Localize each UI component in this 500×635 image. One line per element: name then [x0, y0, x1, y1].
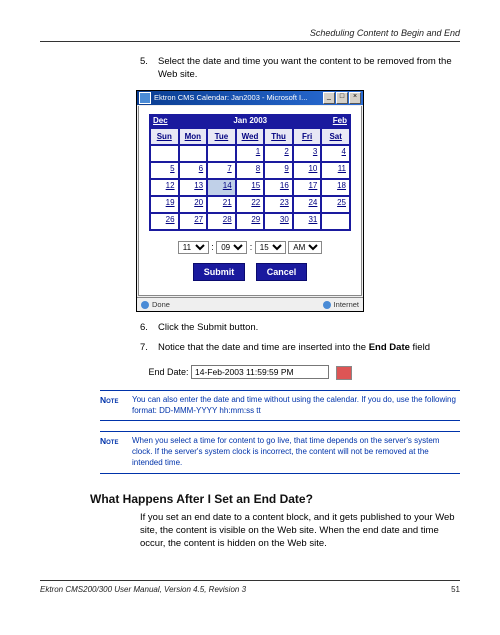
- calendar-cell[interactable]: 4: [321, 145, 350, 162]
- day-header: Thu: [264, 128, 293, 145]
- calendar-cell[interactable]: 23: [264, 196, 293, 213]
- note-label: Note: [100, 395, 132, 417]
- note-text: You can also enter the date and time wit…: [132, 395, 460, 417]
- enddate-input[interactable]: [191, 365, 329, 379]
- current-month-label: Jan 2003: [233, 116, 267, 125]
- note-1: Note You can also enter the date and tim…: [100, 390, 460, 422]
- calendar-cell[interactable]: 21: [207, 196, 236, 213]
- calendar-cell[interactable]: 18: [321, 179, 350, 196]
- submit-button[interactable]: Submit: [193, 263, 246, 281]
- status-bar: Done Internet: [137, 297, 363, 311]
- status-right-text: Internet: [334, 300, 359, 309]
- day-header: Sun: [150, 128, 179, 145]
- calendar-cell[interactable]: 25: [321, 196, 350, 213]
- step-number: 5.: [140, 56, 158, 82]
- window-titlebar: Ektron CMS Calendar: Jan2003 - Microsoft…: [137, 91, 363, 105]
- day-header: Tue: [207, 128, 236, 145]
- hour-select[interactable]: 11: [178, 241, 209, 254]
- calendar-cell-selected[interactable]: 14: [207, 179, 236, 196]
- step-5: 5. Select the date and time you want the…: [140, 56, 460, 82]
- page-number: 51: [451, 585, 460, 594]
- calendar-cell[interactable]: 26: [150, 213, 179, 230]
- calendar-cell[interactable]: 8: [236, 162, 265, 179]
- section-heading: What Happens After I Set an End Date?: [90, 492, 460, 506]
- minute-select[interactable]: 09: [216, 241, 247, 254]
- footer-left: Ektron CMS200/300 User Manual, Version 4…: [40, 585, 246, 594]
- calendar-cell: [179, 145, 208, 162]
- next-month-link[interactable]: Feb: [333, 116, 347, 125]
- calendar-cell[interactable]: 28: [207, 213, 236, 230]
- calendar-cell[interactable]: 16: [264, 179, 293, 196]
- day-header: Fri: [293, 128, 322, 145]
- calendar-cell[interactable]: 20: [179, 196, 208, 213]
- note-text: When you select a time for content to go…: [132, 436, 460, 468]
- done-icon: [141, 301, 149, 309]
- step-number: 6.: [140, 322, 158, 335]
- calendar-nav: Dec Jan 2003 Feb: [149, 114, 351, 127]
- day-header: Mon: [179, 128, 208, 145]
- note-label: Note: [100, 436, 132, 468]
- calendar-cell[interactable]: 15: [236, 179, 265, 196]
- step-text: Select the date and time you want the co…: [158, 56, 460, 82]
- step-7: 7. Notice that the date and time are ins…: [140, 342, 460, 355]
- calendar-cell: [321, 213, 350, 230]
- calendar-icon[interactable]: [336, 366, 352, 380]
- ampm-select[interactable]: AM: [288, 241, 322, 254]
- calendar-cell[interactable]: 1: [236, 145, 265, 162]
- step-6: 6. Click the Submit button.: [140, 322, 460, 335]
- status-left-text: Done: [152, 300, 170, 309]
- calendar-cell[interactable]: 6: [179, 162, 208, 179]
- enddate-field-row: End Date:: [40, 365, 460, 380]
- calendar-cell: [207, 145, 236, 162]
- calendar-cell[interactable]: 31: [293, 213, 322, 230]
- section-paragraph: If you set an end date to a content bloc…: [140, 512, 460, 550]
- step-number: 7.: [140, 342, 158, 355]
- calendar-cell[interactable]: 19: [150, 196, 179, 213]
- calendar-cell[interactable]: 9: [264, 162, 293, 179]
- note-2: Note When you select a time for content …: [100, 431, 460, 473]
- step-text: Click the Submit button.: [158, 322, 460, 335]
- day-header: Wed: [236, 128, 265, 145]
- calendar-window: Ektron CMS Calendar: Jan2003 - Microsoft…: [136, 90, 364, 312]
- internet-icon: [323, 301, 331, 309]
- time-selector-row: 11 : 09 : 15 AM: [149, 241, 351, 254]
- calendar-cell[interactable]: 10: [293, 162, 322, 179]
- minimize-button[interactable]: _: [323, 92, 335, 104]
- calendar-cell: [150, 145, 179, 162]
- calendar-cell[interactable]: 7: [207, 162, 236, 179]
- calendar-cell[interactable]: 29: [236, 213, 265, 230]
- calendar-cell[interactable]: 11: [321, 162, 350, 179]
- calendar-cell[interactable]: 2: [264, 145, 293, 162]
- header-rule: [40, 41, 460, 42]
- window-title: Ektron CMS Calendar: Jan2003 - Microsoft…: [154, 93, 323, 102]
- calendar-cell[interactable]: 3: [293, 145, 322, 162]
- maximize-button[interactable]: □: [336, 92, 348, 104]
- calendar-grid: Sun Mon Tue Wed Thu Fri Sat 1 2 3 4: [149, 127, 351, 231]
- day-header: Sat: [321, 128, 350, 145]
- step-text: Notice that the date and time are insert…: [158, 342, 460, 355]
- calendar-cell[interactable]: 13: [179, 179, 208, 196]
- calendar-cell[interactable]: 30: [264, 213, 293, 230]
- calendar-cell[interactable]: 17: [293, 179, 322, 196]
- prev-month-link[interactable]: Dec: [153, 116, 168, 125]
- calendar-cell[interactable]: 24: [293, 196, 322, 213]
- calendar-cell[interactable]: 22: [236, 196, 265, 213]
- page-footer: Ektron CMS200/300 User Manual, Version 4…: [40, 580, 460, 594]
- calendar-cell[interactable]: 27: [179, 213, 208, 230]
- app-icon: [139, 92, 151, 104]
- second-select[interactable]: 15: [255, 241, 286, 254]
- close-button[interactable]: ×: [349, 92, 361, 104]
- enddate-label: End Date:: [148, 367, 188, 377]
- running-header: Scheduling Content to Begin and End: [40, 28, 460, 38]
- calendar-cell[interactable]: 12: [150, 179, 179, 196]
- cancel-button[interactable]: Cancel: [256, 263, 308, 281]
- calendar-cell[interactable]: 5: [150, 162, 179, 179]
